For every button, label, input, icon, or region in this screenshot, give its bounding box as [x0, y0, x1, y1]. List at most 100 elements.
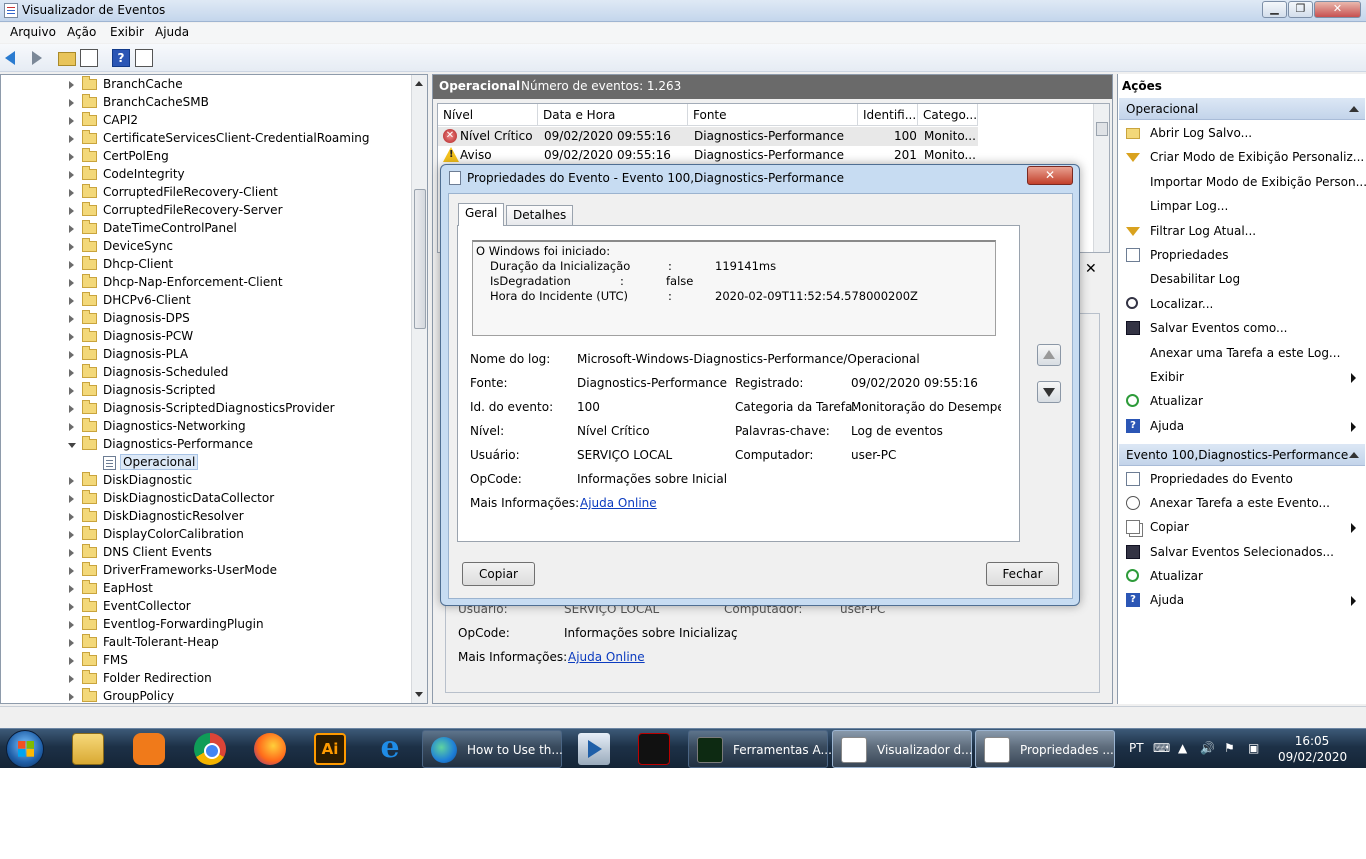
internet-explorer-icon[interactable]: e [374, 733, 406, 765]
tree-item-folder[interactable]: EventCollector [1, 598, 411, 616]
minimize-button[interactable]: ▁ [1262, 1, 1287, 18]
action-item[interactable]: ? Ajuda [1119, 589, 1365, 613]
detail-close-icon[interactable]: ✕ [1085, 261, 1097, 277]
collapse-arrow-icon[interactable] [68, 443, 76, 448]
tree-item-folder[interactable]: Diagnosis-Scheduled [1, 364, 411, 382]
expand-arrow-icon[interactable] [69, 423, 74, 431]
tree-item-folder[interactable]: DateTimeControlPanel [1, 220, 411, 238]
action-item[interactable]: ? Ajuda [1119, 415, 1365, 439]
scroll-thumb[interactable] [414, 189, 426, 329]
expand-arrow-icon[interactable] [69, 99, 74, 107]
action-item[interactable]: Salvar Eventos como... [1119, 317, 1365, 341]
expand-arrow-icon[interactable] [69, 243, 74, 251]
window-titlebar[interactable]: Visualizador de Eventos ▁ ❐ ✕ [0, 0, 1366, 22]
help-icon[interactable]: ? [112, 49, 130, 67]
keyboard-icon[interactable]: ⌨ [1153, 741, 1170, 755]
forward-button[interactable] [26, 49, 44, 67]
dialog-close-button[interactable]: ✕ [1027, 166, 1073, 185]
tree-item-folder[interactable]: Dhcp-Nap-Enforcement-Client [1, 274, 411, 292]
tree-item-folder[interactable]: DisplayColorCalibration [1, 526, 411, 544]
tree-item-folder[interactable]: DNS Client Events [1, 544, 411, 562]
network-icon[interactable]: ▣ [1248, 741, 1259, 755]
tree-item-folder[interactable]: CorruptedFileRecovery-Client [1, 184, 411, 202]
language-indicator[interactable]: PT [1129, 741, 1144, 755]
menu-ajuda[interactable]: Ajuda [155, 25, 189, 39]
menu-arquivo[interactable]: Arquivo [10, 25, 56, 39]
action-item[interactable]: Importar Modo de Exibição Person... [1119, 171, 1366, 195]
tree-item-folder[interactable]: CertPolEng [1, 148, 411, 166]
action-item[interactable]: Propriedades do Evento [1119, 468, 1365, 492]
tree-item-folder[interactable]: Eventlog-ForwardingPlugin [1, 616, 411, 634]
show-hide-actions-icon[interactable] [135, 49, 153, 67]
task-event-properties[interactable]: Propriedades ... [975, 730, 1115, 768]
expand-arrow-icon[interactable] [69, 279, 74, 287]
tree-item-folder[interactable]: BranchCacheSMB [1, 94, 411, 112]
table-row[interactable]: Aviso 09/02/2020 09:55:16 Diagnostics-Pe… [438, 146, 978, 165]
tree-item-folder[interactable]: CAPI2 [1, 112, 411, 130]
scroll-thumb[interactable] [1096, 122, 1108, 136]
tree-item-folder[interactable]: EapHost [1, 580, 411, 598]
task-performance-monitor[interactable]: Ferramentas A... [688, 730, 832, 768]
event-description-box[interactable]: O Windows foi iniciado: Duração da Inici… [472, 240, 996, 336]
tree-item-log[interactable]: Operacional [1, 454, 411, 472]
action-item[interactable]: Localizar... [1119, 293, 1365, 317]
menu-exibir[interactable]: Exibir [110, 25, 144, 39]
expand-arrow-icon[interactable] [69, 693, 74, 701]
action-item[interactable]: Limpar Log... [1119, 195, 1365, 219]
tree-item-folder[interactable]: Diagnosis-PCW [1, 328, 411, 346]
action-item[interactable]: Anexar Tarefa a este Evento... [1119, 492, 1365, 516]
table-row[interactable]: ✕ Nível Crítico 09/02/2020 09:55:16 Diag… [438, 127, 978, 146]
next-event-button[interactable] [1037, 381, 1061, 403]
tree-item-folder[interactable]: DiskDiagnosticResolver [1, 508, 411, 526]
action-item[interactable]: Propriedades [1119, 244, 1365, 268]
tree-item-folder[interactable]: Diagnosis-PLA [1, 346, 411, 364]
copy-button[interactable]: Copiar [462, 562, 535, 586]
expand-arrow-icon[interactable] [69, 207, 74, 215]
help-online-link[interactable]: Ajuda Online [568, 650, 645, 664]
expand-arrow-icon[interactable] [69, 513, 74, 521]
action-item[interactable]: Atualizar [1119, 565, 1365, 589]
task-event-viewer[interactable]: Visualizador d... [832, 730, 973, 768]
volume-icon[interactable]: 🔊 [1200, 741, 1215, 755]
expand-arrow-icon[interactable] [69, 495, 74, 503]
expand-arrow-icon[interactable] [69, 477, 74, 485]
expand-arrow-icon[interactable] [69, 567, 74, 575]
help-online-link[interactable]: Ajuda Online [580, 496, 657, 510]
action-item[interactable]: Desabilitar Log [1119, 268, 1365, 292]
expand-arrow-icon[interactable] [69, 405, 74, 413]
expand-arrow-icon[interactable] [69, 261, 74, 269]
action-center-icon[interactable]: ⚑ [1224, 741, 1235, 755]
log-tree-pane[interactable]: BranchCache BranchCacheSMB CAPI2 Certificat… [0, 74, 428, 704]
tree-item-folder[interactable]: DiskDiagnostic [1, 472, 411, 490]
column-header-date[interactable]: Data e Hora [538, 104, 688, 126]
tree-item-folder[interactable]: DeviceSync [1, 238, 411, 256]
tab-geral[interactable]: Geral [458, 203, 505, 226]
action-item[interactable]: Anexar uma Tarefa a este Log... [1119, 342, 1365, 366]
expand-arrow-icon[interactable] [69, 531, 74, 539]
maximize-button[interactable]: ❐ [1288, 1, 1313, 18]
menu-acao[interactable]: Ação [67, 25, 96, 39]
tree-item-folder[interactable]: Fault-Tolerant-Heap [1, 634, 411, 652]
expand-arrow-icon[interactable] [69, 225, 74, 233]
tree-item-folder[interactable]: DiskDiagnosticDataCollector [1, 490, 411, 508]
expand-arrow-icon[interactable] [69, 81, 74, 89]
action-item[interactable]: Exibir [1119, 366, 1365, 390]
expand-arrow-icon[interactable] [69, 189, 74, 197]
uc-browser-icon[interactable] [133, 733, 165, 765]
expand-arrow-icon[interactable] [69, 549, 74, 557]
expand-arrow-icon[interactable] [69, 639, 74, 647]
table-scrollbar[interactable] [1093, 104, 1109, 252]
close-button[interactable]: ✕ [1314, 1, 1361, 18]
media-player-icon[interactable] [578, 733, 610, 765]
column-header-source[interactable]: Fonte [688, 104, 858, 126]
actions-group-operacional[interactable]: Operacional [1119, 98, 1365, 120]
action-item[interactable]: Salvar Eventos Selecionados... [1119, 541, 1365, 565]
tree-item-folder[interactable]: GroupPolicy [1, 688, 411, 703]
expand-arrow-icon[interactable] [69, 153, 74, 161]
tree-item-folder[interactable]: Diagnosis-DPS [1, 310, 411, 328]
action-item[interactable]: Filtrar Log Atual... [1119, 220, 1365, 244]
expand-arrow-icon[interactable] [69, 135, 74, 143]
expand-arrow-icon[interactable] [69, 585, 74, 593]
clock[interactable]: 16:05 09/02/2020 [1278, 733, 1347, 765]
tree-scrollbar[interactable] [411, 75, 427, 703]
